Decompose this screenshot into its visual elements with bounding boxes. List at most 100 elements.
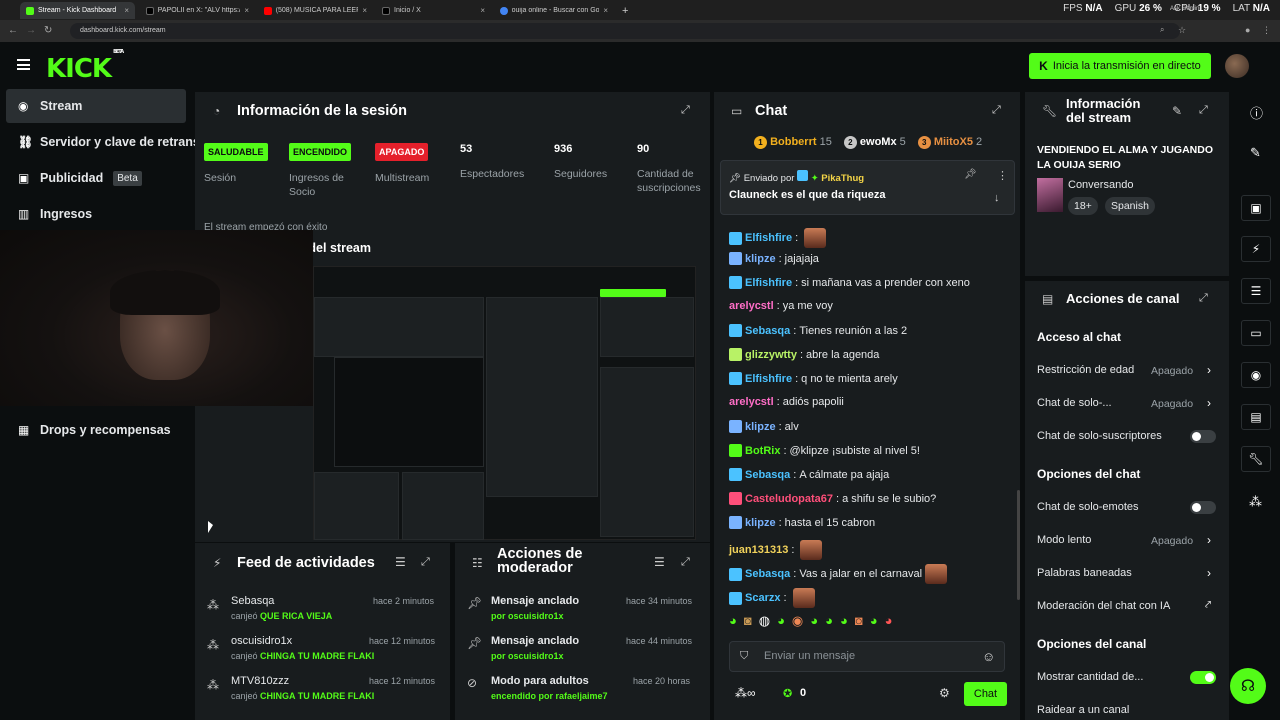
rail-button[interactable]: ☰: [1241, 278, 1271, 304]
chat-username[interactable]: Sebasqa: [745, 568, 790, 580]
emote-icon[interactable]: ◕: [810, 613, 818, 637]
channel-action-label[interactable]: Palabras baneadas: [1037, 567, 1132, 579]
close-icon[interactable]: ×: [244, 6, 249, 15]
expand-icon[interactable]: ⤢: [681, 104, 690, 117]
emote-icon[interactable]: ◕: [885, 613, 893, 637]
infinity-points-icon[interactable]: ⁂∞: [735, 686, 756, 700]
chat-username[interactable]: Elfishfire: [745, 373, 792, 385]
back-icon[interactable]: ←: [8, 25, 18, 36]
browser-tab[interactable]: Stream - Kick Dashboard ×: [20, 2, 135, 19]
edit-pencil-icon[interactable]: ✎: [1172, 104, 1182, 118]
zoom-icon[interactable]: ⌕: [1160, 25, 1164, 35]
hamburger-menu-icon[interactable]: [17, 59, 30, 70]
category-name[interactable]: Conversando: [1068, 179, 1133, 191]
top-gifter[interactable]: 3 MiitoX5 2: [917, 136, 982, 149]
filter-icon[interactable]: ☰: [654, 555, 665, 569]
send-chat-button[interactable]: Chat: [964, 682, 1007, 706]
toggle-switch[interactable]: [1190, 671, 1216, 684]
browser-tab[interactable]: PAPOLII en X: "ALV https://t.co ×: [140, 2, 255, 19]
rail-button[interactable]: ▣: [1241, 195, 1271, 221]
toggle-switch[interactable]: [1190, 430, 1216, 443]
expand-icon[interactable]: ⤢: [1199, 292, 1208, 305]
chat-username[interactable]: klipze: [745, 253, 776, 265]
emote-icon[interactable]: ◕: [840, 613, 848, 637]
user-avatar[interactable]: [1225, 54, 1249, 78]
chat-username[interactable]: glizzywtty: [745, 349, 797, 361]
close-icon[interactable]: ×: [124, 6, 129, 15]
sidebar-item-income[interactable]: ▥ Ingresos: [6, 197, 186, 231]
channel-action-label[interactable]: Mostrar cantidad de...: [1037, 671, 1143, 683]
emote-icon[interactable]: ◙: [855, 613, 863, 637]
url-field[interactable]: dashboard.kick.com/stream: [70, 23, 1180, 39]
chevron-right-icon[interactable]: ›: [1207, 363, 1211, 377]
emote-icon[interactable]: ◍: [759, 613, 770, 637]
emoji-icon[interactable]: ☺: [982, 649, 995, 664]
external-link-icon[interactable]: ⤤: [1205, 599, 1211, 612]
rail-button[interactable]: 🔧︎: [1241, 446, 1271, 472]
filter-icon[interactable]: ☰: [395, 555, 406, 569]
browser-tab[interactable]: (508) MÚSICA PARA LEER TERR ×: [258, 2, 373, 19]
sidebar-item-stream[interactable]: ◉ Stream: [6, 89, 186, 123]
activity-user[interactable]: Sebasqa: [231, 595, 274, 607]
chat-username[interactable]: arelycstl: [729, 300, 774, 312]
chat-username[interactable]: Casteludopata67: [745, 493, 833, 505]
unpin-icon[interactable]: 📌︎: [964, 169, 977, 180]
chevron-right-icon[interactable]: ›: [1207, 396, 1211, 410]
profile-icon[interactable]: ●: [1245, 25, 1250, 35]
rail-button[interactable]: ⚡: [1241, 236, 1271, 262]
kick-logo[interactable]: KICKBETA: [46, 49, 124, 84]
support-headset-button[interactable]: ☊: [1230, 668, 1266, 704]
rail-button[interactable]: ▭: [1241, 320, 1271, 346]
chevron-right-icon[interactable]: ›: [1207, 566, 1211, 580]
chat-scrollbar[interactable]: [1017, 490, 1020, 600]
sidebar-item-drops[interactable]: ▦ Drops y recompensas: [6, 413, 186, 447]
emote-icon[interactable]: ◕: [777, 613, 785, 637]
edit-icon[interactable]: ✎: [1250, 145, 1261, 161]
expand-icon[interactable]: ⤢: [681, 556, 690, 569]
channel-action-label[interactable]: Modo lento: [1037, 534, 1091, 546]
chat-username[interactable]: juan131313: [729, 544, 788, 556]
emote-icon[interactable]: ◉: [792, 613, 803, 637]
chat-username[interactable]: klipze: [745, 517, 776, 529]
stream-preview-video[interactable]: [313, 266, 696, 540]
browser-tab[interactable]: Inicio / X ×: [376, 2, 491, 19]
emote-icon[interactable]: ◕: [870, 613, 878, 637]
close-icon[interactable]: ×: [603, 6, 608, 15]
top-gifter[interactable]: 2 ewoMx 5: [843, 136, 906, 149]
toggle-switch[interactable]: [1190, 501, 1216, 514]
go-live-button[interactable]: K Inicia la transmisión en directo: [1029, 53, 1211, 79]
activity-user[interactable]: MTV810zzz: [231, 675, 289, 687]
channel-action-label[interactable]: Raidear a un canal: [1037, 704, 1129, 716]
chat-username[interactable]: Elfishfire: [745, 277, 792, 289]
collapse-icon[interactable]: ↓: [994, 192, 1000, 204]
emote-icon[interactable]: ◕: [825, 613, 833, 637]
close-icon[interactable]: ×: [362, 6, 367, 15]
settings-gear-icon[interactable]: ⚙: [939, 686, 950, 700]
rail-button[interactable]: ▤: [1241, 404, 1271, 430]
chat-input[interactable]: ⛉ Enviar un mensaje ☺: [729, 641, 1005, 672]
chat-username[interactable]: BotRix: [745, 445, 780, 457]
menu-kebab-icon[interactable]: ⋮: [1262, 25, 1271, 36]
reload-icon[interactable]: ↻: [44, 25, 52, 36]
kebab-menu-icon[interactable]: ⋮: [997, 169, 1008, 182]
chat-username[interactable]: Elfishfire: [745, 232, 792, 244]
expand-icon[interactable]: ⤢: [992, 104, 1001, 117]
channel-action-label[interactable]: Chat de solo-...: [1037, 397, 1112, 409]
channel-action-label[interactable]: Chat de solo-suscriptores: [1037, 430, 1162, 442]
activity-user[interactable]: oscuisidro1x: [231, 635, 292, 647]
browser-tab[interactable]: ouija online - Buscar con Goog ×: [494, 2, 614, 19]
points-icon[interactable]: ⁂: [1249, 494, 1262, 510]
new-tab-button[interactable]: +: [616, 2, 630, 19]
channel-action-label[interactable]: Moderación del chat con IA: [1037, 600, 1170, 612]
chat-username[interactable]: Sebasqa: [745, 325, 790, 337]
rail-button[interactable]: ◉: [1241, 362, 1271, 388]
chat-username[interactable]: Sebasqa: [745, 469, 790, 481]
expand-icon[interactable]: ⤢: [1199, 104, 1208, 117]
channel-action-label[interactable]: Restricción de edad: [1037, 364, 1134, 376]
bookmark-star-icon[interactable]: ☆: [1178, 25, 1186, 36]
info-icon[interactable]: ⓘ: [1250, 103, 1263, 122]
chat-username[interactable]: Scarzx: [745, 592, 780, 604]
emote-icon[interactable]: ◕: [729, 613, 737, 637]
chat-username[interactable]: arelycstl: [729, 396, 774, 408]
top-gifter[interactable]: 1 Bobberrt 15: [754, 136, 832, 149]
